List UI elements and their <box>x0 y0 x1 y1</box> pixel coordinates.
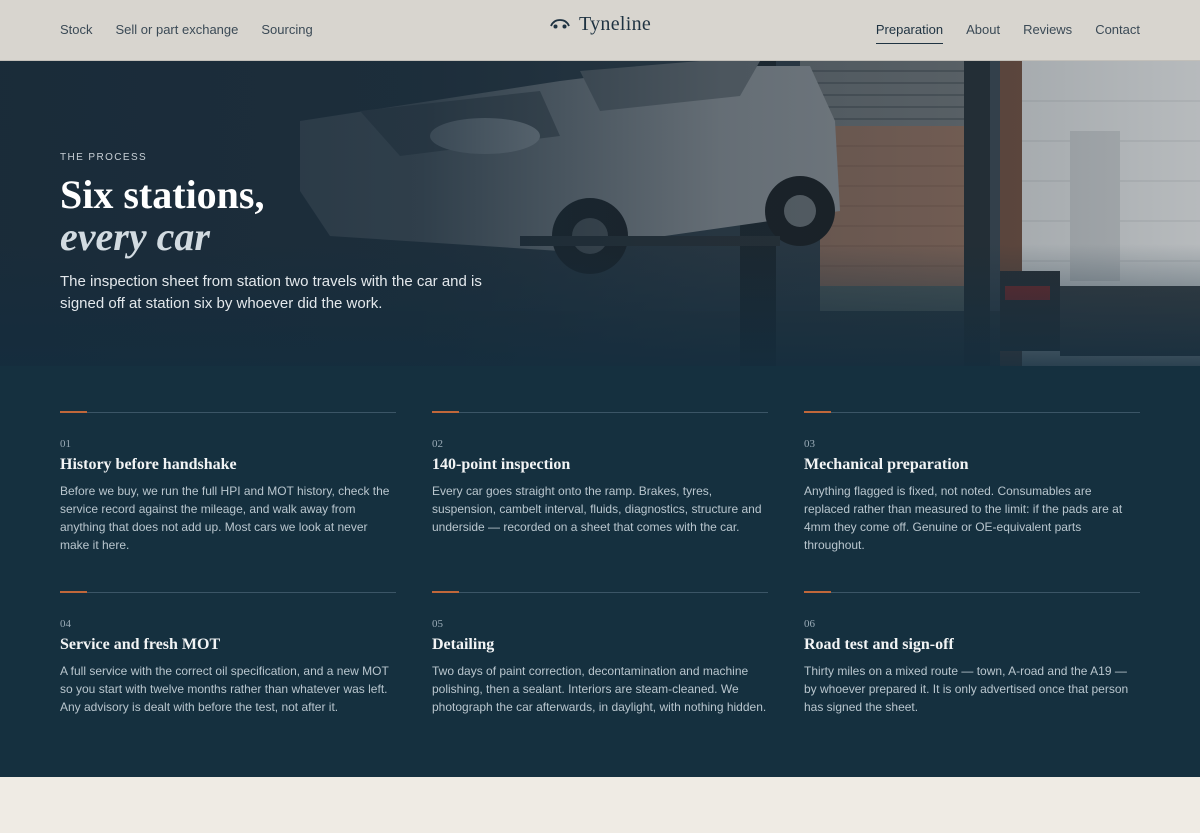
top-nav: Stock Sell or part exchange Sourcing Tyn… <box>0 0 1200 61</box>
hero-title: Six stations, every car <box>60 174 500 258</box>
hero-content: THE PROCESS Six stations, every car The … <box>60 152 500 315</box>
hero: THE PROCESS Six stations, every car The … <box>0 61 1200 366</box>
car-outline-icon <box>550 19 570 29</box>
station-number: 05 <box>432 618 443 630</box>
station-number: 04 <box>60 618 71 630</box>
hero-title-line1: Six stations, <box>60 172 265 217</box>
nav-left: Stock Sell or part exchange Sourcing <box>60 22 313 38</box>
nav-link-sourcing[interactable]: Sourcing <box>261 22 312 38</box>
station-title: Service and fresh MOT <box>60 636 221 653</box>
nav-link-contact[interactable]: Contact <box>1095 22 1140 44</box>
station-card-2: 02 140-point inspection Every car goes s… <box>432 411 768 536</box>
station-title: Mechanical preparation <box>804 456 969 473</box>
nav-right: Preparation About Reviews Contact <box>875 22 1140 44</box>
station-title: History before handshake <box>60 456 237 473</box>
card-rule <box>804 411 1140 413</box>
station-card-1: 01 History before handshake Before we bu… <box>60 411 396 554</box>
station-body: Thirty miles on a mixed route — town, A-… <box>804 664 1129 714</box>
nav-link-stock[interactable]: Stock <box>60 22 93 38</box>
station-number: 02 <box>432 438 443 450</box>
brand-name: Tyneline <box>579 13 652 35</box>
station-number: 03 <box>804 438 815 450</box>
card-rule <box>60 591 396 593</box>
station-body: Every car goes straight onto the ramp. B… <box>432 484 762 534</box>
card-rule <box>60 411 396 413</box>
station-title: 140-point inspection <box>432 456 571 473</box>
station-card-3: 03 Mechanical preparation Anything flagg… <box>804 411 1140 554</box>
station-number: 06 <box>804 618 815 630</box>
nav-link-reviews[interactable]: Reviews <box>1023 22 1072 44</box>
station-body: A full service with the correct oil spec… <box>60 664 389 714</box>
card-rule <box>804 591 1140 593</box>
station-body: Two days of paint correction, decontamin… <box>432 664 767 714</box>
nav-link-about[interactable]: About <box>966 22 1000 44</box>
hero-title-line2: every car <box>60 214 210 259</box>
card-rule <box>432 591 768 593</box>
station-card-6: 06 Road test and sign-off Thirty miles o… <box>804 591 1140 716</box>
hero-description: The inspection sheet from station two tr… <box>60 273 482 312</box>
station-card-4: 04 Service and fresh MOT A full service … <box>60 591 396 716</box>
nav-link-preparation[interactable]: Preparation <box>875 22 944 44</box>
hero-eyebrow: THE PROCESS <box>60 152 148 163</box>
station-body: Before we buy, we run the full HPI and M… <box>60 484 390 552</box>
station-card-5: 05 Detailing Two days of paint correctio… <box>432 591 768 716</box>
stations-section: 01 History before handshake Before we bu… <box>0 366 1200 777</box>
brand-logo[interactable]: Tyneline <box>550 13 652 35</box>
station-number: 01 <box>60 438 71 450</box>
card-rule <box>432 411 768 413</box>
nav-link-sell[interactable]: Sell or part exchange <box>116 22 239 38</box>
station-title: Road test and sign-off <box>804 636 954 653</box>
station-body: Anything flagged is fixed, not noted. Co… <box>804 484 1123 552</box>
station-title: Detailing <box>432 636 495 653</box>
